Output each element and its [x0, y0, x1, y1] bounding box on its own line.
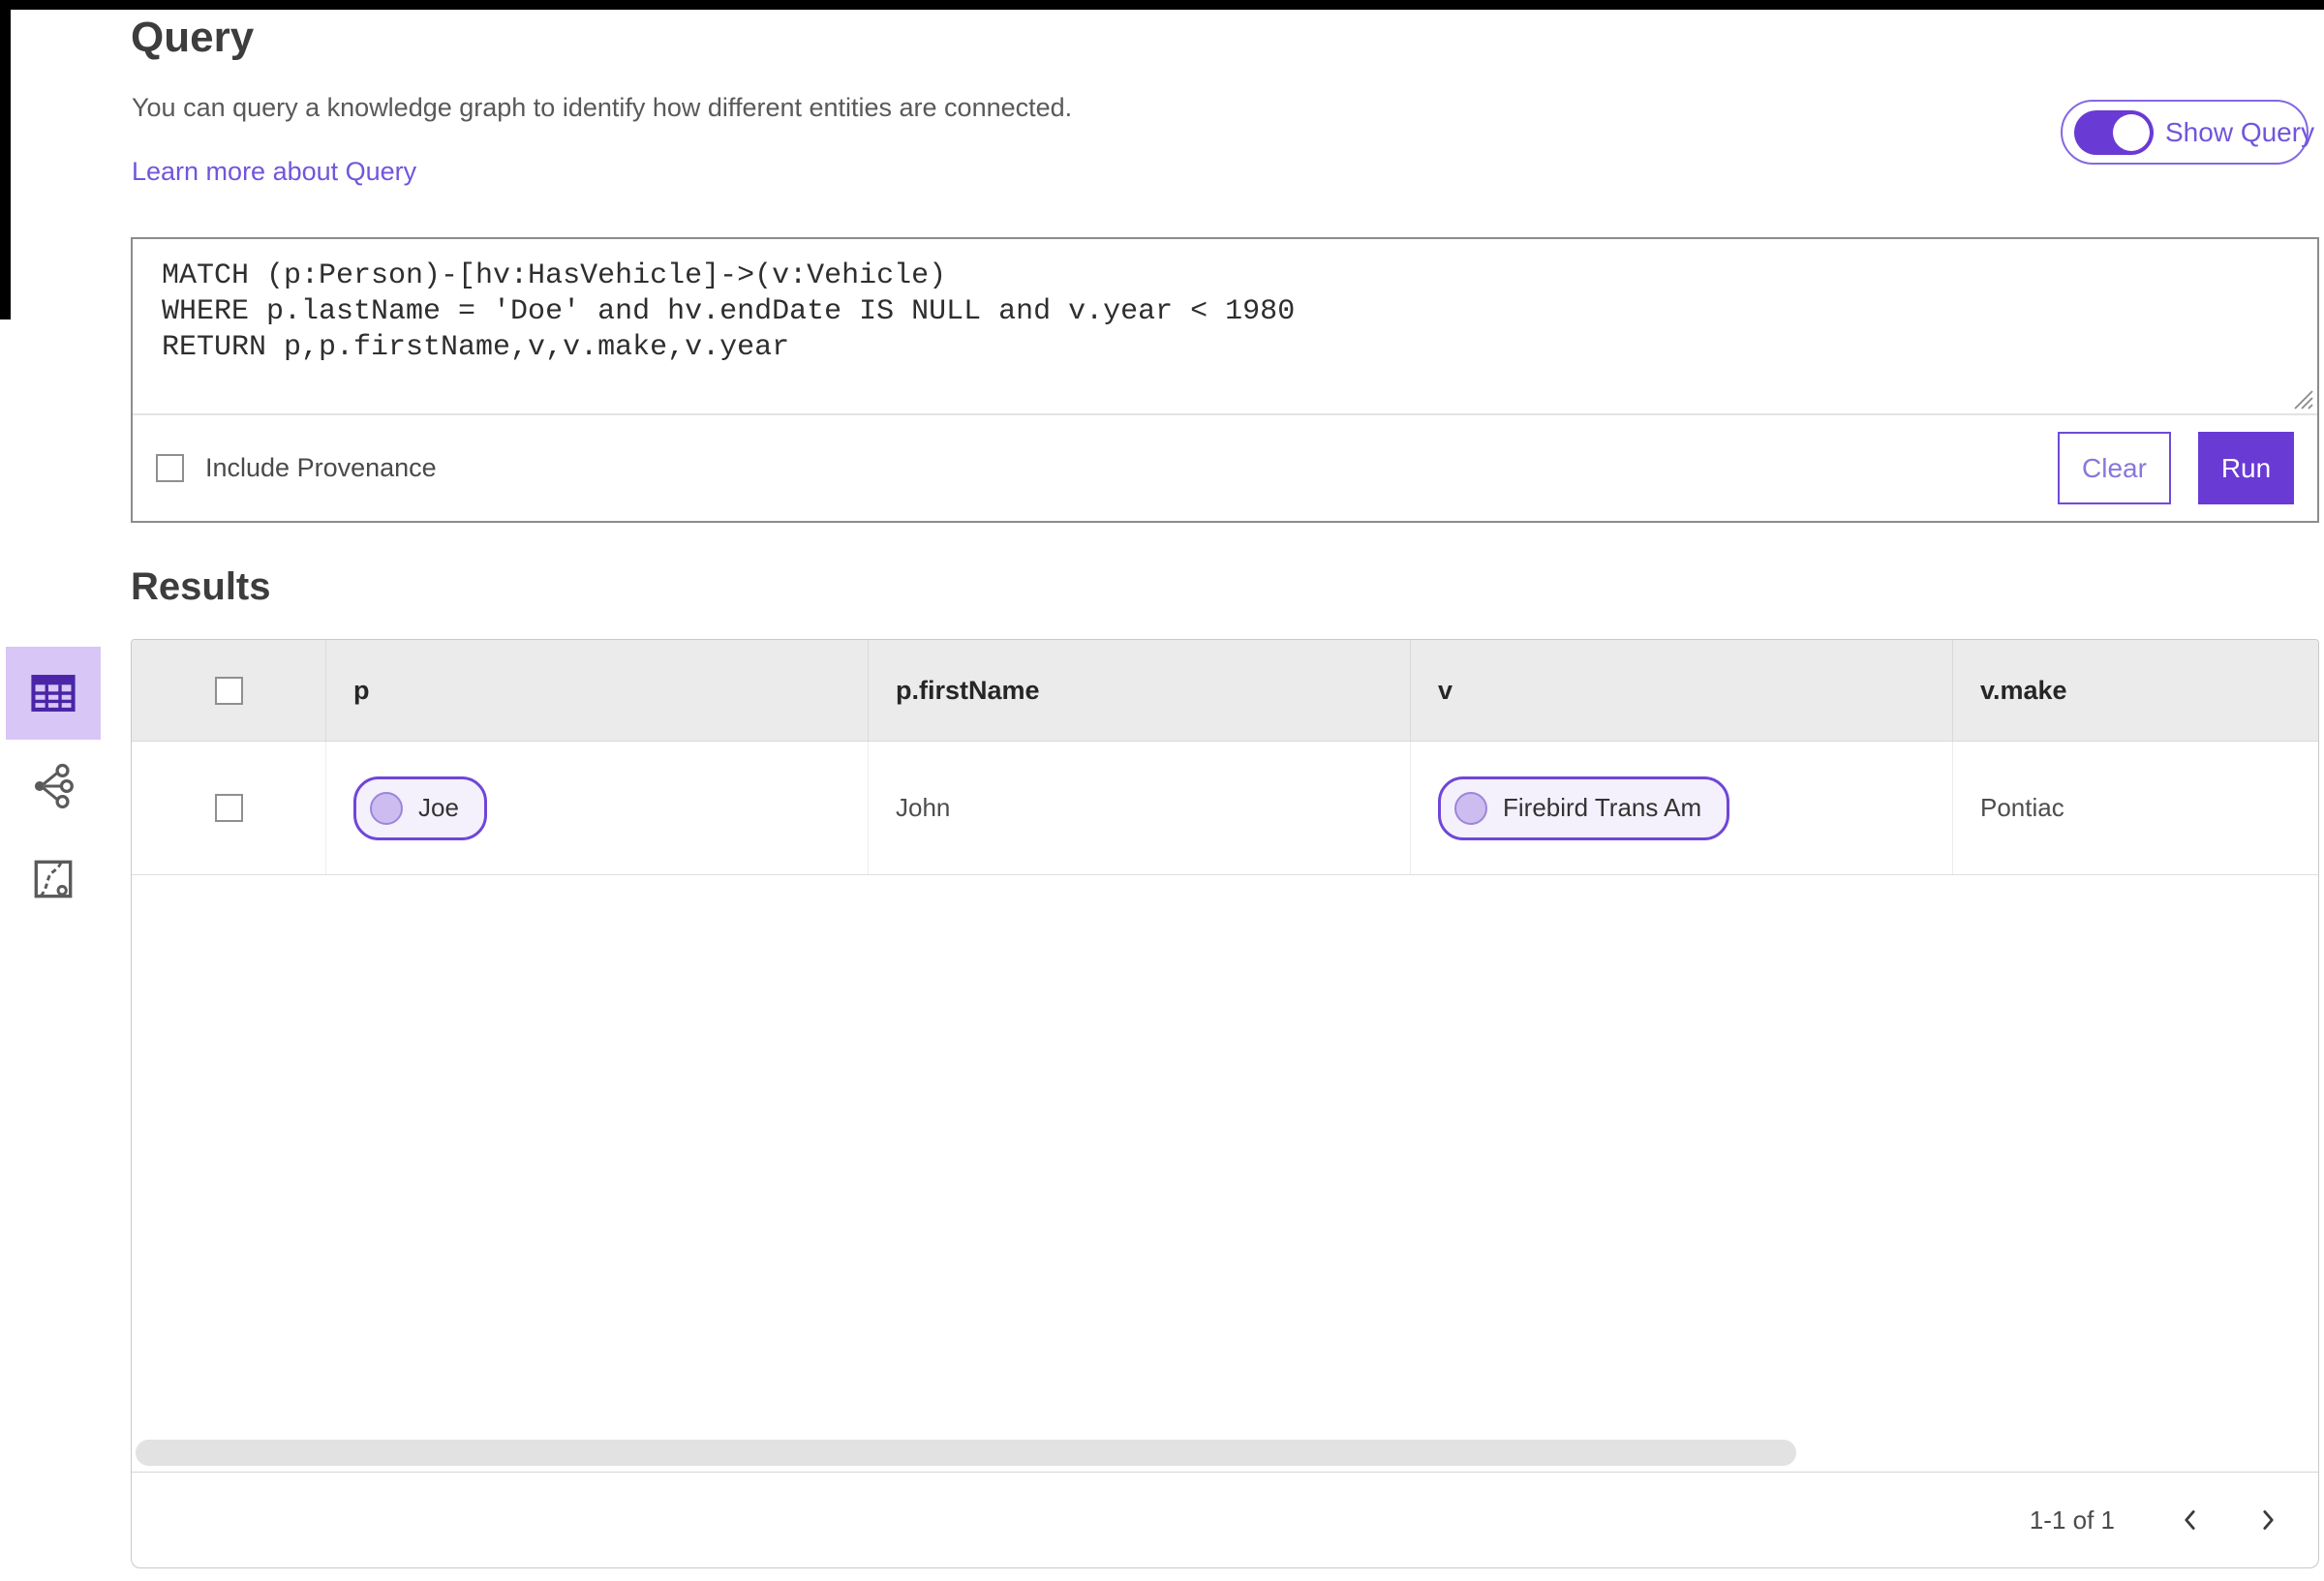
results-heading: Results — [131, 565, 271, 608]
page-title: Query — [131, 14, 255, 61]
results-table-header: p p.firstName v v.make — [132, 640, 2318, 742]
query-page: Query Show Query You can query a knowled… — [0, 0, 2324, 1581]
column-header-p[interactable]: p — [325, 640, 868, 741]
cell-v-make: Pontiac — [1952, 742, 2318, 874]
toggle-knob — [2113, 113, 2150, 151]
toggle-switch-icon[interactable] — [2074, 109, 2154, 155]
row-select-cell — [132, 742, 325, 874]
run-button[interactable]: Run — [2198, 432, 2294, 504]
entity-pill-person[interactable]: Joe — [353, 775, 487, 840]
cell-v: Firebird Trans Am — [1410, 742, 1952, 874]
learn-more-link[interactable]: Learn more about Query — [132, 157, 416, 187]
map-icon — [34, 860, 73, 898]
table-view-button[interactable] — [6, 647, 101, 740]
select-all-checkbox[interactable] — [214, 676, 243, 705]
column-header-v[interactable]: v — [1410, 640, 1952, 741]
row-checkbox[interactable] — [214, 794, 243, 822]
table-empty-area — [132, 875, 2318, 1434]
pagination-range: 1-1 of 1 — [2029, 1505, 2115, 1535]
table-footer: 1-1 of 1 — [132, 1473, 2318, 1567]
column-header-v-make[interactable]: v.make — [1952, 640, 2318, 741]
previous-page-button[interactable] — [2161, 1491, 2219, 1549]
window-left-border — [0, 0, 11, 319]
chevron-right-icon — [2263, 1510, 2274, 1530]
select-all-cell — [132, 640, 325, 741]
query-buttons: Clear Run — [2058, 432, 2294, 504]
results-table: p p.firstName v v.make Joe John Firebird… — [131, 639, 2319, 1568]
entity-pill-vehicle[interactable]: Firebird Trans Am — [1438, 775, 1730, 840]
graph-view-button[interactable] — [6, 740, 101, 833]
query-input[interactable]: MATCH (p:Person)-[hv:HasVehicle]->(v:Veh… — [133, 239, 2317, 413]
query-editor-wrap: MATCH (p:Person)-[hv:HasVehicle]->(v:Veh… — [133, 239, 2317, 415]
next-page-button[interactable] — [2239, 1491, 2297, 1549]
query-editor-footer: Include Provenance Clear Run — [133, 415, 2317, 521]
include-provenance-checkbox[interactable] — [156, 454, 184, 482]
clear-button[interactable]: Clear — [2058, 432, 2171, 504]
map-view-button[interactable] — [6, 833, 101, 926]
query-editor-panel: MATCH (p:Person)-[hv:HasVehicle]->(v:Veh… — [131, 237, 2319, 523]
cell-p-firstname: John — [868, 742, 1410, 874]
page-description: You can query a knowledge graph to ident… — [132, 93, 1073, 122]
chevron-left-icon — [2185, 1510, 2195, 1530]
include-provenance-label: Include Provenance — [205, 453, 437, 482]
network-icon — [34, 763, 74, 809]
entity-node-icon — [1454, 791, 1487, 825]
entity-pill-label: Joe — [418, 793, 459, 822]
table-icon — [31, 675, 76, 712]
horizontal-scrollbar-thumb[interactable] — [136, 1440, 1796, 1466]
cell-p: Joe — [325, 742, 868, 874]
window-top-border — [0, 0, 2324, 10]
table-row: Joe John Firebird Trans Am Pontiac — [132, 742, 2318, 875]
show-query-toggle[interactable]: Show Query — [2061, 100, 2314, 165]
entity-node-icon — [370, 791, 403, 825]
horizontal-scrollbar — [132, 1434, 2318, 1473]
entity-pill-label: Firebird Trans Am — [1503, 793, 1702, 822]
include-provenance-option[interactable]: Include Provenance — [156, 453, 437, 483]
results-view-rail — [6, 647, 101, 926]
show-query-label: Show Query — [2165, 116, 2315, 147]
column-header-p-firstname[interactable]: p.firstName — [868, 640, 1410, 741]
